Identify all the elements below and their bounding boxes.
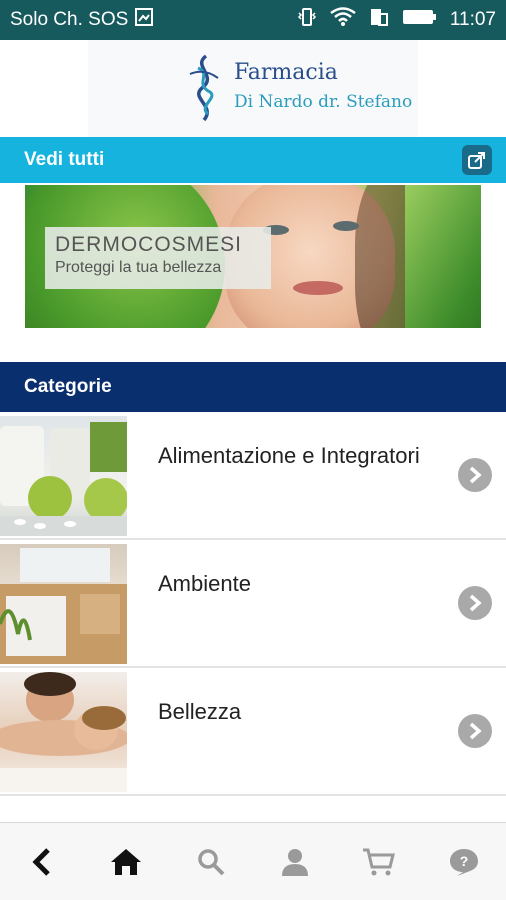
categorie-label: Categorie	[24, 376, 112, 397]
categories-header: Categorie	[0, 362, 506, 412]
back-icon[interactable]	[12, 832, 72, 892]
category-item-bellezza[interactable]: Bellezza	[0, 668, 506, 796]
share-icon[interactable]	[462, 145, 492, 175]
featured-header[interactable]: Vedi tutti	[0, 137, 506, 183]
logo: Farmacia Di Nardo dr. Stefano	[88, 40, 418, 137]
status-icons: 11:07	[296, 6, 496, 34]
category-label[interactable]: Bellezza	[158, 668, 438, 794]
banner-lips	[293, 281, 343, 295]
svg-text:?: ?	[460, 853, 469, 869]
banner-title: DERMOCOSMESI	[55, 233, 243, 256]
caduceus-logo-icon	[188, 54, 222, 127]
logo-title: Farmacia	[234, 60, 338, 85]
clock: 11:07	[449, 9, 496, 30]
bottom-navigation: ?	[0, 822, 506, 900]
vedi-tutti-label[interactable]: Vedi tutti	[24, 149, 104, 171]
category-label[interactable]: Alimentazione e Integratori	[158, 412, 438, 538]
help-chat-icon[interactable]: ?	[434, 832, 494, 892]
chevron-right-icon[interactable]	[458, 458, 492, 492]
category-thumbnail	[0, 416, 127, 536]
home-icon[interactable]	[96, 832, 156, 892]
app-header: Farmacia Di Nardo dr. Stefano	[0, 40, 506, 137]
search-icon[interactable]	[181, 832, 241, 892]
category-list: Alimentazione e Integratori Ambiente Bel…	[0, 412, 506, 822]
status-bar: Solo Ch. SOS 11:07	[0, 0, 506, 40]
chevron-right-icon[interactable]	[458, 714, 492, 748]
account-icon[interactable]	[265, 832, 325, 892]
promo-banner[interactable]: DERMOCOSMESI Proteggi la tua bellezza	[25, 185, 481, 328]
carrier-group: Solo Ch. SOS	[10, 7, 154, 33]
banner-caption: DERMOCOSMESI Proteggi la tua bellezza	[45, 227, 271, 289]
battery-icon	[402, 7, 438, 33]
screenshot-icon	[134, 7, 154, 33]
category-item-ambiente[interactable]: Ambiente	[0, 540, 506, 668]
sim-icon	[368, 6, 390, 34]
chevron-right-icon[interactable]	[458, 586, 492, 620]
wifi-icon	[330, 7, 356, 33]
category-thumbnail	[0, 672, 127, 792]
cart-icon[interactable]	[349, 832, 409, 892]
banner-leaf-right	[405, 185, 481, 328]
category-item-alimentazione[interactable]: Alimentazione e Integratori	[0, 412, 506, 540]
vibrate-icon	[296, 6, 318, 34]
logo-subtitle: Di Nardo dr. Stefano	[234, 92, 413, 112]
banner-eye-right	[333, 221, 359, 231]
category-label[interactable]: Ambiente	[158, 540, 438, 666]
carrier-name: Solo Ch. SOS	[10, 9, 129, 30]
category-thumbnail	[0, 544, 127, 664]
banner-subtitle: Proteggi la tua bellezza	[55, 259, 222, 276]
